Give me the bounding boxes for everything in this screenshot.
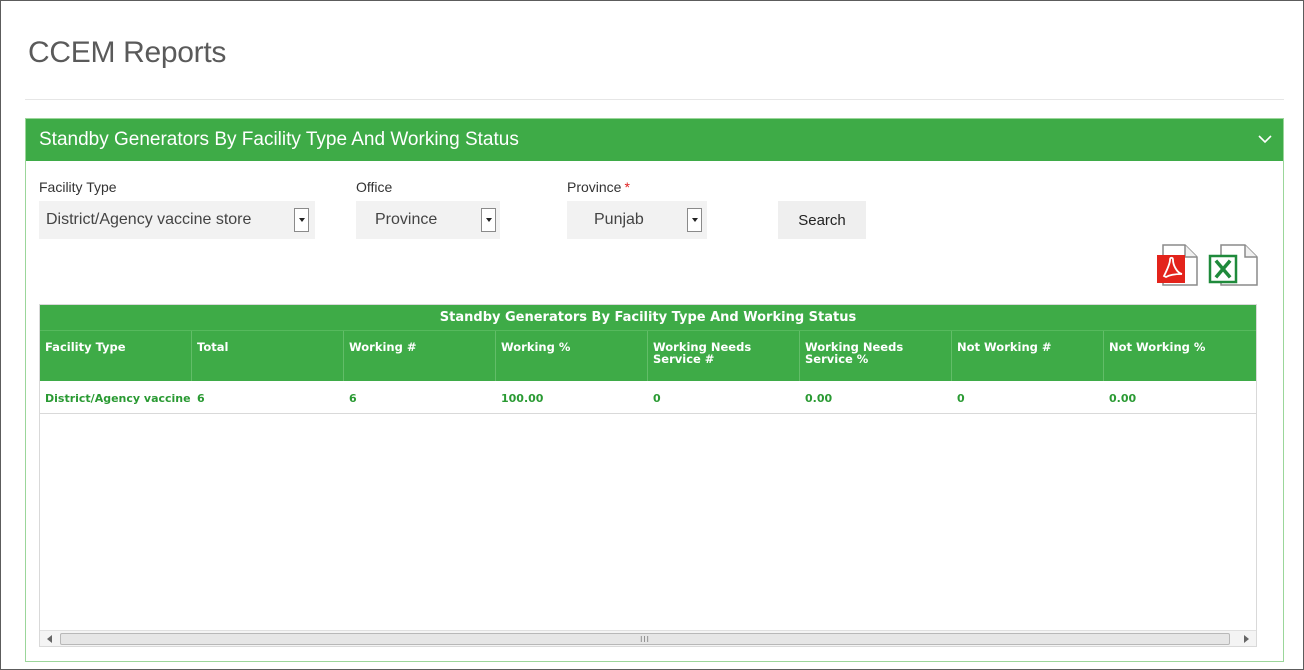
province-label-text: Province bbox=[567, 179, 622, 195]
facility-type-select[interactable]: District/Agency vaccine store bbox=[39, 201, 315, 239]
required-mark: * bbox=[624, 179, 630, 195]
pdf-icon[interactable] bbox=[1155, 243, 1199, 287]
search-button[interactable]: Search bbox=[778, 201, 866, 239]
table-cell: 6 bbox=[197, 392, 205, 405]
excel-icon[interactable] bbox=[1207, 243, 1259, 287]
scroll-left-icon[interactable] bbox=[42, 632, 58, 646]
grid-caption: Standby Generators By Facility Type And … bbox=[40, 305, 1256, 331]
facility-type-value: District/Agency vaccine store bbox=[46, 211, 252, 228]
report-grid: Standby Generators By Facility Type And … bbox=[39, 304, 1257, 647]
office-label: Office bbox=[356, 179, 393, 195]
panel-header[interactable]: Standby Generators By Facility Type And … bbox=[26, 119, 1283, 161]
column-header[interactable]: Not Working # bbox=[952, 331, 1104, 381]
chevron-down-icon[interactable] bbox=[294, 208, 309, 232]
table-cell: 0.00 bbox=[1109, 392, 1137, 405]
table-cell: 0 bbox=[653, 392, 661, 405]
horizontal-scrollbar[interactable]: III bbox=[40, 630, 1256, 646]
chevron-down-icon[interactable] bbox=[1257, 131, 1273, 147]
table-cell: 6 bbox=[349, 392, 357, 405]
table-cell: District/Agency vaccine store bbox=[45, 392, 192, 405]
table-cell: 0 bbox=[957, 392, 965, 405]
column-header[interactable]: Facility Type bbox=[40, 331, 192, 381]
column-header[interactable]: Working # bbox=[344, 331, 496, 381]
table-cell: 0.00 bbox=[805, 392, 833, 405]
facility-type-label: Facility Type bbox=[39, 179, 117, 195]
grid-header-row: Facility Type Total Working # Working % … bbox=[40, 331, 1256, 381]
province-label: Province * bbox=[567, 179, 630, 195]
report-panel: Standby Generators By Facility Type And … bbox=[25, 118, 1284, 662]
page-title: CCEM Reports bbox=[28, 36, 227, 69]
scrollbar-thumb[interactable]: III bbox=[60, 633, 1230, 645]
title-divider bbox=[25, 99, 1284, 100]
table-row[interactable]: District/Agency vaccine store 6 6 100.00… bbox=[40, 381, 1256, 414]
office-value: Province bbox=[375, 211, 438, 228]
column-header[interactable]: Total bbox=[192, 331, 344, 381]
chevron-down-icon[interactable] bbox=[687, 208, 702, 232]
panel-title: Standby Generators By Facility Type And … bbox=[39, 129, 519, 150]
province-select[interactable]: Punjab bbox=[567, 201, 707, 239]
office-select[interactable]: Province bbox=[356, 201, 500, 239]
scroll-right-icon[interactable] bbox=[1238, 632, 1254, 646]
column-header[interactable]: Not Working % bbox=[1104, 331, 1256, 381]
column-header[interactable]: Working Needs Service # bbox=[648, 331, 800, 381]
column-header[interactable]: Working Needs Service % bbox=[800, 331, 952, 381]
table-cell: 100.00 bbox=[501, 392, 544, 405]
column-header[interactable]: Working % bbox=[496, 331, 648, 381]
province-value: Punjab bbox=[594, 211, 644, 228]
chevron-down-icon[interactable] bbox=[481, 208, 496, 232]
